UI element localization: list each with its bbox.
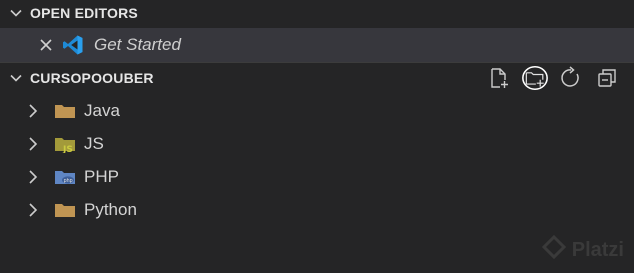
folder-php-icon: php: [54, 168, 76, 186]
explorer-actions: [486, 64, 620, 92]
chevron-right-icon: [26, 103, 40, 119]
open-editor-item[interactable]: Get Started: [0, 28, 634, 62]
tree-item-label: JS: [84, 133, 104, 153]
close-icon[interactable]: [38, 37, 54, 53]
tree-item-js[interactable]: JS JS: [0, 127, 634, 160]
project-title: CURSOPOOUBER: [30, 70, 154, 86]
tree-item-python[interactable]: Python: [0, 193, 634, 226]
collapse-all-icon[interactable]: [594, 65, 620, 91]
js-badge: JS: [62, 145, 73, 153]
chevron-down-icon: [8, 70, 24, 86]
tree-item-php[interactable]: php PHP: [0, 160, 634, 193]
php-badge: php: [64, 177, 73, 183]
tree-item-label: Python: [84, 199, 137, 219]
folder-tree: Java JS JS php PHP Python: [0, 94, 634, 226]
open-editors-title: OPEN EDITORS: [30, 5, 138, 21]
vscode-icon: [62, 34, 84, 56]
chevron-right-icon: [26, 136, 40, 152]
watermark-text: Platzi: [571, 238, 624, 261]
folder-js-icon: JS: [54, 135, 76, 153]
platzi-logo-icon: [541, 234, 566, 265]
platzi-watermark: Platzi: [541, 234, 624, 265]
folder-icon: [54, 102, 76, 120]
editor-label: Get Started: [94, 35, 181, 54]
new-file-icon[interactable]: [486, 65, 512, 91]
tree-item-label: PHP: [84, 166, 119, 186]
chevron-down-icon: [8, 5, 24, 21]
refresh-icon[interactable]: [558, 65, 584, 91]
chevron-right-icon: [26, 202, 40, 218]
tree-item-label: Java: [84, 100, 120, 120]
tree-item-java[interactable]: Java: [0, 94, 634, 127]
new-folder-icon[interactable]: [522, 65, 548, 91]
folder-icon: [54, 201, 76, 219]
open-editors-header[interactable]: OPEN EDITORS: [0, 0, 634, 26]
chevron-right-icon: [26, 169, 40, 185]
